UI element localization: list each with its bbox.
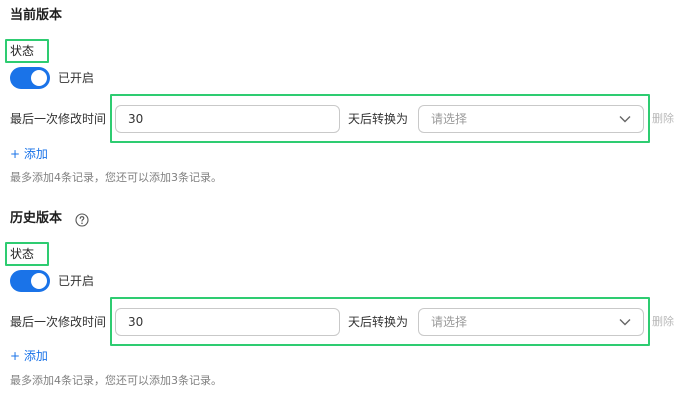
question-circle-icon[interactable] — [75, 213, 89, 227]
history-status-label: 状态 — [10, 247, 35, 261]
history-delete-button[interactable]: 删除 — [652, 314, 674, 330]
history-toggle-text: 已开启 — [58, 274, 95, 288]
current-version-title: 当前版本 — [10, 8, 63, 23]
current-days-label: 最后一次修改时间 — [10, 112, 107, 126]
chevron-down-icon — [619, 116, 631, 123]
current-hint: 最多添加4条记录，您还可以添加3条记录。 — [10, 171, 222, 184]
history-add-link[interactable]: + 添加 — [10, 348, 48, 364]
current-status-toggle[interactable] — [10, 67, 50, 89]
history-days-input[interactable]: 30 — [115, 308, 340, 336]
toggle-knob — [31, 70, 47, 86]
history-storage-placeholder: 请选择 — [431, 315, 468, 329]
history-days-label: 最后一次修改时间 — [10, 315, 107, 329]
current-status-label: 状态 — [10, 44, 35, 58]
chevron-down-icon — [619, 319, 631, 326]
current-days-input[interactable]: 30 — [115, 105, 340, 133]
history-version-title: 历史版本 — [10, 211, 63, 226]
history-hint: 最多添加4条记录，您还可以添加3条记录。 — [10, 374, 222, 387]
current-storage-select[interactable]: 请选择 — [418, 105, 644, 133]
current-add-link[interactable]: + 添加 — [10, 146, 48, 162]
toggle-knob — [31, 273, 47, 289]
history-storage-select[interactable]: 请选择 — [418, 308, 644, 336]
current-toggle-text: 已开启 — [58, 71, 95, 85]
current-storage-placeholder: 请选择 — [431, 112, 468, 126]
current-delete-button[interactable]: 删除 — [652, 111, 674, 127]
current-transition-label: 天后转换为 — [348, 112, 409, 126]
history-transition-label: 天后转换为 — [348, 315, 409, 329]
history-status-toggle[interactable] — [10, 270, 50, 292]
